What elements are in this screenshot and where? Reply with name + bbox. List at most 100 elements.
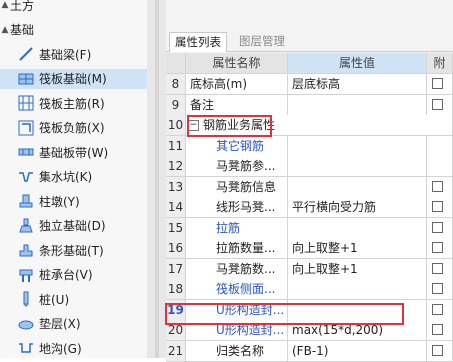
row-number: 14	[166, 197, 186, 218]
attach-cell	[427, 135, 453, 157]
tree-item-label: 筏板基础(M)	[39, 72, 107, 86]
property-row-15[interactable]: 15 拉筋	[166, 217, 453, 239]
header-attach: 附	[427, 53, 453, 74]
property-name: 备注	[186, 94, 288, 116]
pier-icon	[18, 193, 34, 209]
property-row-17[interactable]: 17 马凳筋数... 向上取整+1	[166, 258, 453, 280]
property-row-12[interactable]: 12 马凳筋参...	[166, 156, 453, 177]
isolated-footing-icon	[18, 218, 34, 234]
tree-item-12[interactable]: 桩(U)	[0, 289, 147, 309]
row-number: 18	[166, 279, 186, 300]
tree-item-label: 基础梁(F)	[39, 47, 92, 62]
sump-pit-icon	[18, 169, 34, 185]
property-name: 归类名称	[186, 340, 288, 362]
property-row-8[interactable]: 8 底标高(m) 层底标高	[166, 74, 453, 95]
collapse-toggle-icon[interactable]: ▲	[0, 25, 10, 35]
main-rebar-icon	[18, 95, 34, 111]
tree-item-label: 基础板带(W)	[39, 145, 109, 160]
attach-checkbox[interactable]	[432, 242, 443, 253]
property-value[interactable]: 向上取整+1	[288, 238, 427, 259]
tree-item-10[interactable]: 条形基础(T)	[0, 240, 147, 260]
attach-checkbox[interactable]	[432, 262, 443, 274]
tree-item-13[interactable]: 垫层(X)	[0, 314, 147, 334]
attach-cell	[427, 115, 453, 136]
tree-item-6[interactable]: 基础板带(W)	[0, 142, 147, 162]
collapse-toggle-icon[interactable]: ▲	[0, 0, 10, 10]
attach-checkbox[interactable]	[432, 78, 443, 89]
property-value[interactable]	[288, 94, 427, 116]
tab-property-list[interactable]: 属性列表	[169, 32, 227, 52]
panel-splitter[interactable]	[147, 0, 166, 358]
splitter-bar[interactable]	[155, 0, 159, 358]
tree-item-label: 桩承台(V)	[39, 268, 93, 282]
property-row-11[interactable]: 11 其它钢筋	[166, 135, 453, 157]
tree-item-11[interactable]: 桩承台(V)	[0, 265, 147, 285]
tree-item-4[interactable]: 筏板主筋(R)	[0, 93, 147, 113]
attach-cell	[427, 94, 453, 116]
tree-item-14[interactable]: 地沟(G)	[0, 338, 147, 358]
attach-checkbox[interactable]	[432, 98, 443, 110]
property-name: 马凳筋参...	[186, 156, 288, 177]
panel-tabs: 属性列表 图层管理	[166, 32, 453, 52]
tab-layer-management[interactable]: 图层管理	[234, 32, 290, 51]
tree-item-label: 土方	[10, 0, 35, 13]
property-row-16[interactable]: 16 拉筋数量... 向上取整+1	[166, 238, 453, 259]
attach-cell	[427, 176, 453, 198]
row-number: 10	[166, 115, 186, 136]
tree-item-2[interactable]: 基础梁(F)	[0, 44, 147, 64]
property-row-13[interactable]: 13 马凳筋信息	[166, 176, 453, 198]
attach-checkbox[interactable]	[432, 303, 443, 315]
attach-cell	[427, 299, 453, 321]
tree-item-label: 筏板主筋(R)	[39, 96, 105, 111]
property-row-18[interactable]: 18 筏板侧面...	[166, 279, 453, 300]
tree-item-label: 垫层(X)	[39, 317, 81, 331]
tree-item-3[interactable]: 筏板基础(M)	[0, 68, 147, 89]
property-value[interactable]: 向上取整+1	[288, 258, 427, 280]
tree-item-label: 地沟(G)	[39, 341, 82, 356]
tree-item-label: 集水坑(K)	[39, 170, 93, 184]
row-number: 9	[166, 94, 186, 116]
attach-checkbox[interactable]	[432, 201, 443, 212]
attach-checkbox[interactable]	[432, 324, 443, 335]
tree-item-label: 桩(U)	[39, 292, 70, 307]
tree-item-8[interactable]: 柱墩(Y)	[0, 191, 147, 211]
row-number: 11	[166, 135, 186, 157]
tree-item-0[interactable]: ▲ 土方	[0, 0, 147, 15]
property-value[interactable]	[288, 156, 427, 177]
tree-item-label: 柱墩(Y)	[39, 194, 80, 209]
tree-item-9[interactable]: 独立基础(D)	[0, 216, 147, 236]
property-value[interactable]	[288, 279, 427, 300]
attach-cell	[427, 217, 453, 239]
property-value[interactable]: 层底标高	[288, 74, 427, 95]
negative-rebar-icon	[18, 120, 34, 136]
beam-icon	[18, 46, 34, 62]
property-name: 线形马凳...	[186, 197, 288, 218]
pile-icon	[18, 291, 34, 307]
property-name: 马凳筋数...	[186, 258, 288, 280]
attach-cell	[427, 238, 453, 259]
tree-item-7[interactable]: 集水坑(K)	[0, 167, 147, 187]
attach-cell	[427, 156, 453, 177]
property-value[interactable]: (FB-1)	[288, 340, 427, 362]
property-row-9[interactable]: 9 备注	[166, 94, 453, 116]
tree-item-label: 独立基础(D)	[39, 219, 106, 233]
grid-header: 属性名称 属性值 附	[166, 53, 453, 74]
row-number: 12	[166, 156, 186, 177]
property-value[interactable]	[288, 135, 427, 157]
component-tree: ▲ 土方 ▲ 基础 基础梁(F) 筏板基础(M) 筏板主筋(R) 筏板负筋(X) 基础板带(W)…	[0, 0, 147, 358]
attach-cell	[427, 320, 453, 341]
tree-item-1[interactable]: ▲ 基础	[0, 20, 147, 40]
attach-checkbox[interactable]	[432, 344, 443, 356]
trench-icon	[18, 340, 34, 356]
attach-checkbox[interactable]	[432, 283, 443, 294]
property-value[interactable]: 平行横向受力筋	[288, 197, 427, 218]
attach-checkbox[interactable]	[432, 221, 443, 233]
property-name: 筏板侧面...	[186, 279, 288, 300]
property-value[interactable]	[288, 176, 427, 198]
attach-checkbox[interactable]	[432, 180, 443, 192]
tree-item-5[interactable]: 筏板负筋(X)	[0, 118, 147, 138]
property-row-14[interactable]: 14 线形马凳... 平行横向受力筋	[166, 197, 453, 218]
property-value[interactable]	[288, 217, 427, 239]
property-row-21[interactable]: 21 归类名称 (FB-1)	[166, 340, 453, 362]
raft-foundation-icon	[18, 71, 34, 87]
